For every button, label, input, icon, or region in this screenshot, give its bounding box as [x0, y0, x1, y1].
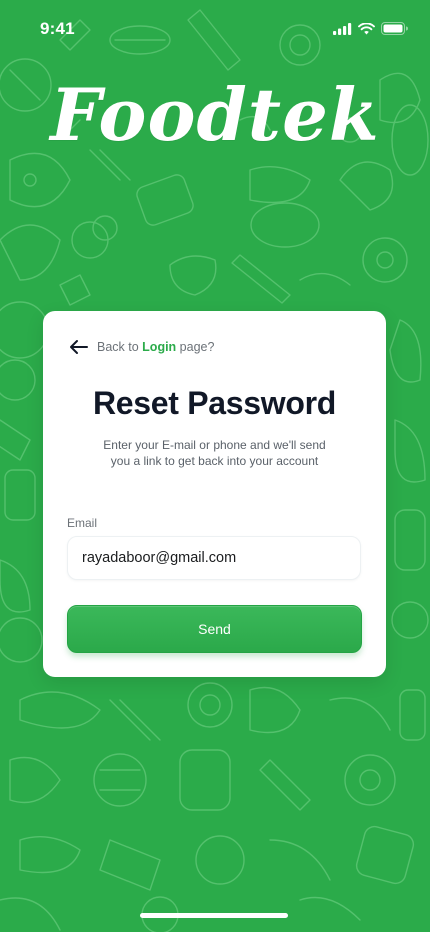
status-icons: [333, 22, 408, 35]
status-bar: 9:41: [0, 0, 430, 54]
email-label: Email: [67, 516, 98, 530]
login-link[interactable]: Login: [142, 340, 176, 354]
home-indicator: [140, 913, 288, 918]
reset-password-card: Back to Login page? Reset Password Enter…: [43, 311, 386, 677]
back-to-login-row[interactable]: Back to Login page?: [69, 339, 214, 355]
status-time: 9:41: [40, 19, 75, 38]
cellular-icon: [333, 22, 352, 35]
back-prefix-text: Back to: [97, 340, 143, 354]
back-suffix-text: page?: [176, 340, 215, 354]
email-field[interactable]: [67, 536, 361, 580]
battery-icon: [381, 22, 408, 35]
wifi-icon: [358, 22, 375, 34]
page-subtitle: Enter your E-mail or phone and we'll sen…: [103, 438, 326, 468]
back-arrow-icon[interactable]: [69, 339, 89, 355]
page-title: Reset Password: [92, 385, 337, 421]
send-button[interactable]: Send: [67, 605, 362, 653]
foodtek-logo: Foodtek: [50, 72, 380, 157]
